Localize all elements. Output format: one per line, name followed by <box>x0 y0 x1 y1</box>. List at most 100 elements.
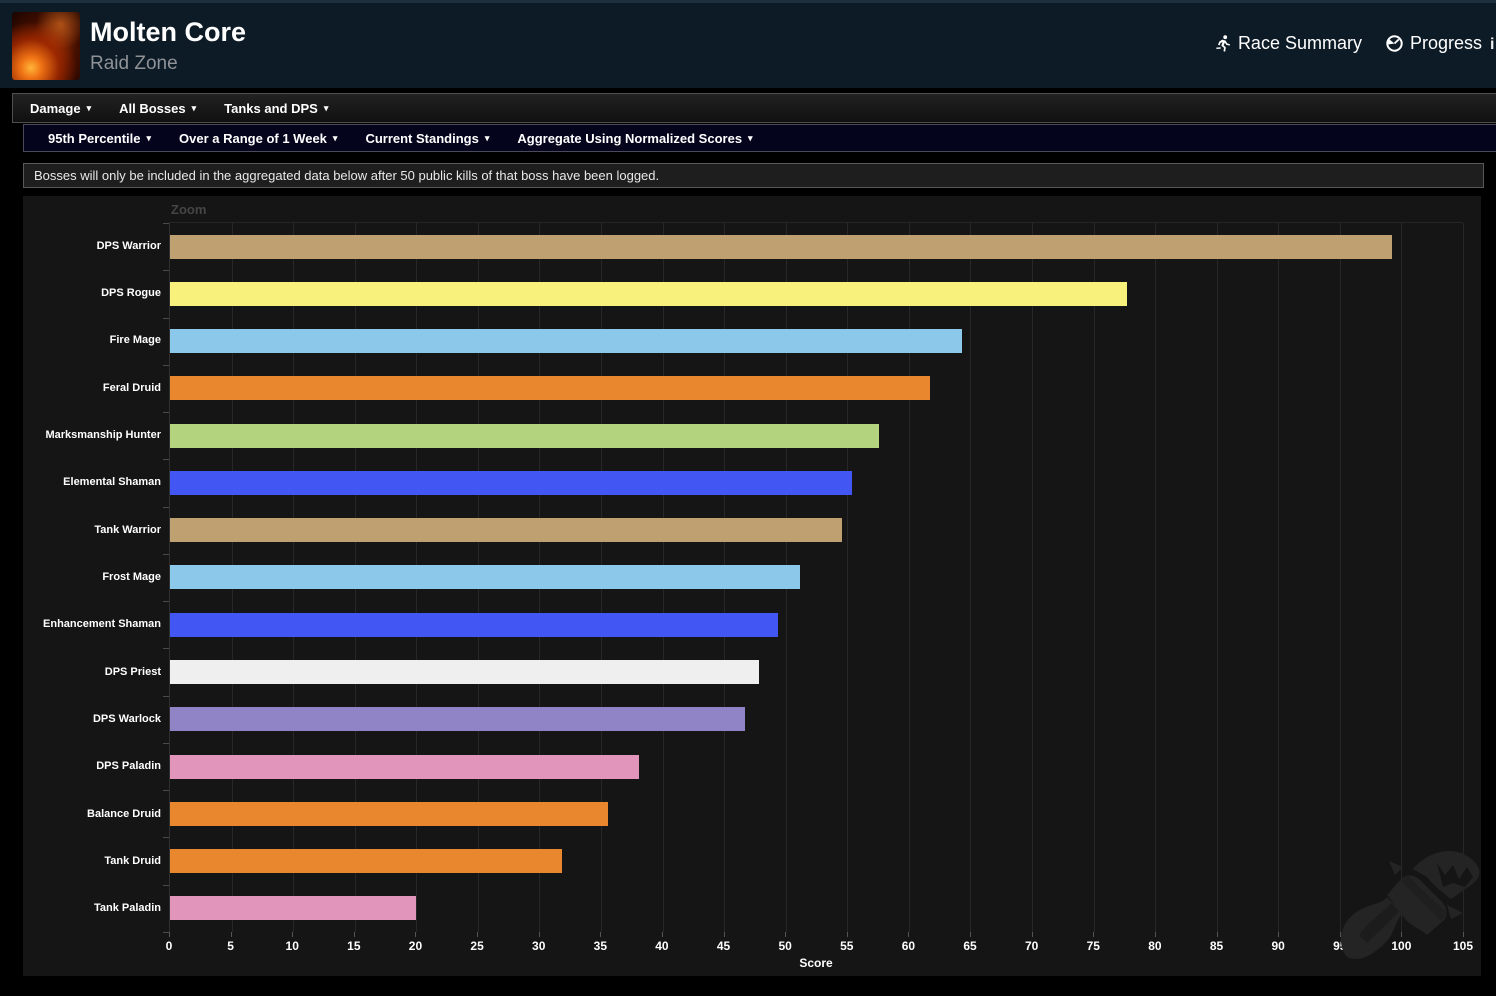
x-tick-mark <box>1155 932 1156 937</box>
bar-feral-druid[interactable] <box>170 376 930 400</box>
category-label: Elemental Shaman <box>23 459 161 506</box>
y-tick-mark <box>163 885 169 886</box>
zone-logo-image <box>12 12 80 80</box>
y-tick-mark <box>163 412 169 413</box>
chart-plot-area[interactable] <box>169 222 1463 932</box>
y-tick-mark <box>163 696 169 697</box>
x-tick-mark <box>908 932 909 937</box>
chart-row <box>170 885 1463 932</box>
chart-row <box>170 743 1463 790</box>
runner-icon <box>1216 35 1231 52</box>
bar-fire-mage[interactable] <box>170 329 962 353</box>
dropdown-aggregate-label: Aggregate Using Normalized Scores <box>517 131 742 146</box>
chevron-down-icon: ▾ <box>485 134 490 143</box>
x-tick-mark <box>1278 932 1279 937</box>
race-summary-link[interactable]: Race Summary <box>1216 33 1362 54</box>
bar-balance-druid[interactable] <box>170 802 608 826</box>
bar-tank-druid[interactable] <box>170 849 562 873</box>
notice-bar: Bosses will only be included in the aggr… <box>23 163 1484 188</box>
category-label: Tank Druid <box>23 837 161 884</box>
y-tick-mark <box>163 648 169 649</box>
score-bar-chart: Zoom DPS WarriorDPS RogueFire MageFeral … <box>23 196 1481 976</box>
chart-row <box>170 554 1463 601</box>
dropdown-range-label: Over a Range of 1 Week <box>179 131 327 146</box>
category-label: DPS Rogue <box>23 269 161 316</box>
x-tick-label: 55 <box>840 939 853 953</box>
x-tick-mark <box>662 932 663 937</box>
x-tick-label: 15 <box>347 939 360 953</box>
dropdown-standings[interactable]: Current Standings ▾ <box>351 125 503 151</box>
x-tick-label: 70 <box>1025 939 1038 953</box>
x-tick-label: 90 <box>1271 939 1284 953</box>
category-label: Marksmanship Hunter <box>23 411 161 458</box>
x-tick-mark <box>169 932 170 937</box>
x-tick-label: 35 <box>594 939 607 953</box>
x-tick-label: 30 <box>532 939 545 953</box>
x-tick-label: 25 <box>470 939 483 953</box>
dropdown-boss[interactable]: All Bosses ▾ <box>105 94 210 122</box>
x-tick-mark <box>231 932 232 937</box>
x-tick-mark <box>415 932 416 937</box>
y-tick-mark <box>163 318 169 319</box>
chart-zoom-label[interactable]: Zoom <box>171 202 206 217</box>
chart-row <box>170 790 1463 837</box>
dropdown-standings-label: Current Standings <box>365 131 478 146</box>
bar-elemental-shaman[interactable] <box>170 471 852 495</box>
x-tick-mark <box>785 932 786 937</box>
category-label: DPS Paladin <box>23 743 161 790</box>
y-tick-mark <box>163 459 169 460</box>
page-title: Molten Core <box>90 17 246 48</box>
x-tick-mark <box>539 932 540 937</box>
chart-row <box>170 223 1463 270</box>
x-tick-mark <box>847 932 848 937</box>
x-tick-label: 75 <box>1087 939 1100 953</box>
y-tick-mark <box>163 743 169 744</box>
x-tick-mark <box>600 932 601 937</box>
x-tick-label: 50 <box>779 939 792 953</box>
bar-tank-warrior[interactable] <box>170 518 842 542</box>
dropdown-role[interactable]: Tanks and DPS ▾ <box>210 94 342 122</box>
bar-dps-rogue[interactable] <box>170 282 1127 306</box>
progress-label: Progress <box>1410 33 1482 54</box>
dropdown-role-label: Tanks and DPS <box>224 101 318 116</box>
bar-tank-paladin[interactable] <box>170 896 416 920</box>
bar-enhancement-shaman[interactable] <box>170 613 778 637</box>
bar-marksmanship-hunter[interactable] <box>170 424 879 448</box>
chevron-down-icon: ▾ <box>748 134 753 143</box>
x-tick-label: 45 <box>717 939 730 953</box>
chart-row <box>170 648 1463 695</box>
bar-frost-mage[interactable] <box>170 565 800 589</box>
bar-dps-paladin[interactable] <box>170 755 639 779</box>
dropdown-percentile-label: 95th Percentile <box>48 131 141 146</box>
x-tick-mark <box>970 932 971 937</box>
x-tick-mark <box>354 932 355 937</box>
chart-row <box>170 507 1463 554</box>
gauge-icon <box>1386 35 1403 52</box>
toolbar-primary: Damage ▾ All Bosses ▾ Tanks and DPS ▾ <box>12 93 1496 123</box>
chevron-down-icon: ▾ <box>333 134 338 143</box>
bar-dps-warlock[interactable] <box>170 707 745 731</box>
x-tick-mark <box>477 932 478 937</box>
chart-row <box>170 365 1463 412</box>
dropdown-percentile[interactable]: 95th Percentile ▾ <box>34 125 165 151</box>
bar-dps-priest[interactable] <box>170 660 759 684</box>
dropdown-metric[interactable]: Damage ▾ <box>16 94 105 122</box>
page-subtitle: Raid Zone <box>90 53 178 75</box>
bar-dps-warrior[interactable] <box>170 235 1392 259</box>
x-tick-label: 5 <box>227 939 234 953</box>
chevron-down-icon: ▾ <box>324 104 329 113</box>
dropdown-range[interactable]: Over a Range of 1 Week ▾ <box>165 125 351 151</box>
race-summary-label: Race Summary <box>1238 33 1362 54</box>
chevron-down-icon: ▾ <box>192 104 197 113</box>
dropdown-aggregate[interactable]: Aggregate Using Normalized Scores ▾ <box>503 125 766 151</box>
y-tick-mark <box>163 554 169 555</box>
x-tick-mark <box>1093 932 1094 937</box>
truncated-header-icon[interactable]: i <box>1490 36 1496 54</box>
category-label: Enhancement Shaman <box>23 601 161 648</box>
notice-text: Bosses will only be included in the aggr… <box>34 168 659 183</box>
chart-row <box>170 270 1463 317</box>
chart-row <box>170 412 1463 459</box>
x-tick-label: 80 <box>1148 939 1161 953</box>
progress-link[interactable]: Progress <box>1386 33 1482 54</box>
category-label: Tank Warrior <box>23 506 161 553</box>
